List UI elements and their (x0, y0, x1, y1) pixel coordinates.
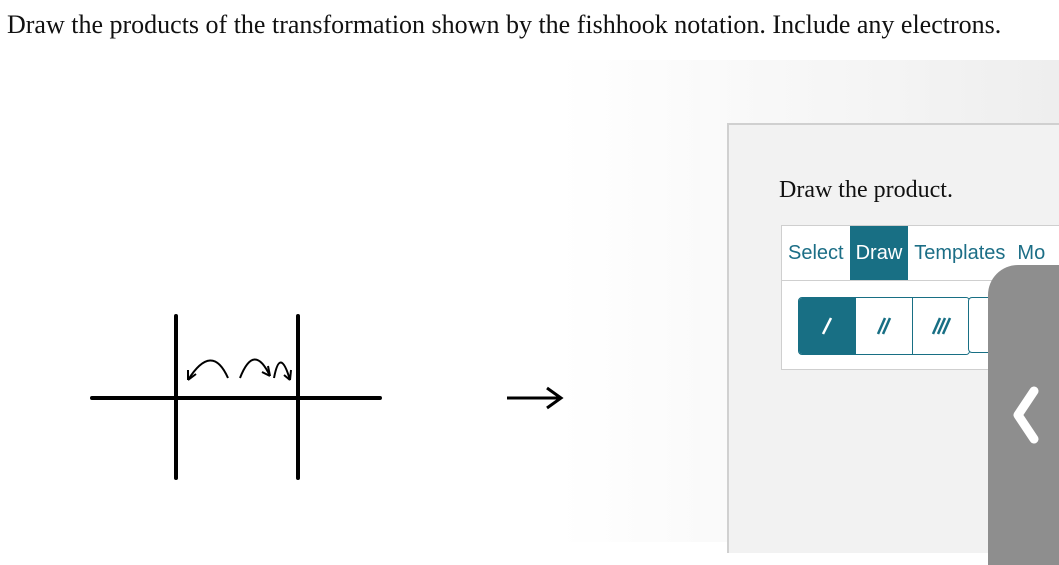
fishhook-arrow-middle (239, 358, 271, 379)
tab-draw[interactable]: Draw (849, 226, 909, 280)
bond-tool-group (798, 297, 970, 355)
double-bond-button[interactable] (856, 298, 913, 354)
triple-bond-icon (931, 317, 952, 335)
reactant-structure (90, 314, 382, 480)
triple-bond-button[interactable] (913, 298, 969, 354)
single-bond-icon (821, 317, 833, 335)
question-text: Draw the products of the transformation … (7, 10, 1002, 39)
fishhook-arrow-left (187, 359, 229, 381)
chevron-left-icon (1013, 386, 1039, 444)
tab-select[interactable]: Select (782, 226, 850, 280)
double-bond-icon (876, 317, 892, 335)
tab-templates[interactable]: Templates (908, 226, 1011, 280)
side-panel-handle[interactable] (988, 265, 1059, 565)
single-bond-button[interactable] (799, 298, 856, 354)
panel-title: Draw the product. (779, 177, 953, 203)
reaction-arrow (507, 386, 564, 410)
